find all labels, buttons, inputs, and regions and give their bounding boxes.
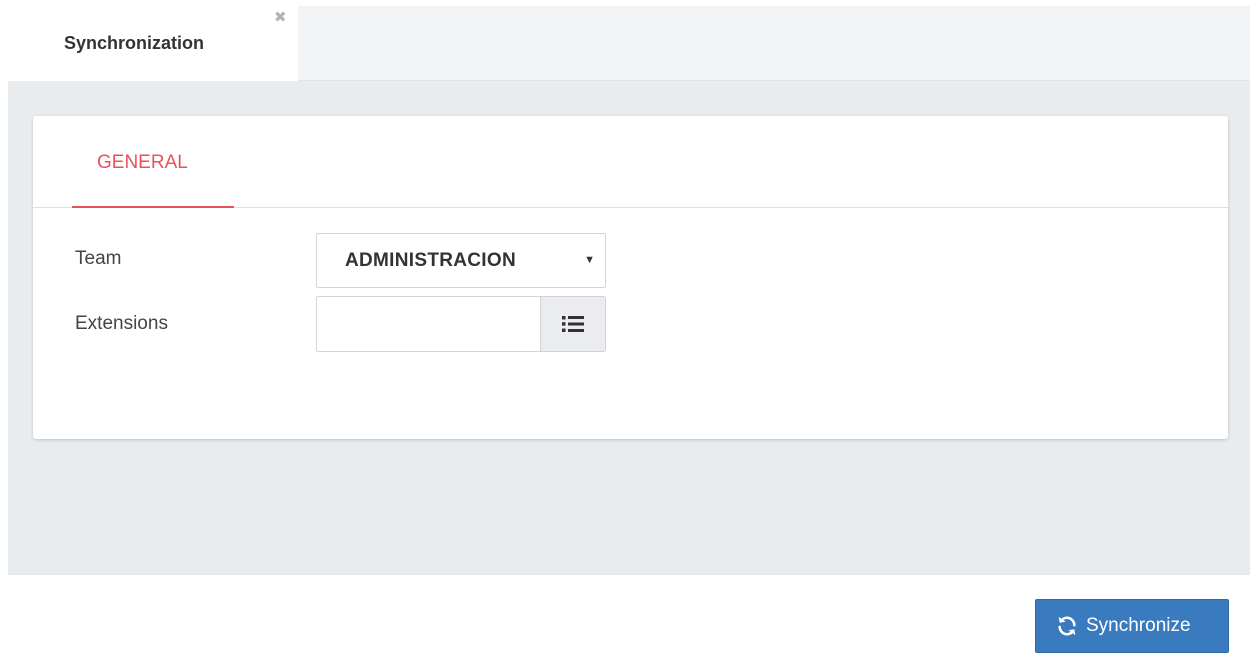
tab-bar: Synchronization ✖: [8, 6, 1250, 81]
content-area: GENERAL Team ADMINISTRACION ▼ Extensions: [8, 81, 1250, 574]
team-select[interactable]: ADMINISTRACION ▼: [316, 233, 606, 288]
panel-tabs: GENERAL: [33, 116, 1228, 208]
footer-bar: Synchronize: [8, 574, 1250, 662]
team-label: Team: [75, 248, 122, 269]
tab-synchronization[interactable]: Synchronization ✖: [8, 6, 298, 81]
list-icon: [562, 316, 584, 332]
settings-panel: GENERAL Team ADMINISTRACION ▼ Extensions: [33, 116, 1228, 439]
refresh-icon: [1058, 616, 1076, 636]
tab-label: Synchronization: [64, 33, 205, 53]
extensions-list-button[interactable]: [540, 296, 606, 352]
extensions-row: Extensions: [33, 296, 1228, 352]
synchronize-label: Synchronize: [1086, 615, 1191, 636]
team-row: Team ADMINISTRACION ▼: [33, 233, 1228, 289]
extensions-label: Extensions: [75, 313, 168, 334]
team-select-value: ADMINISTRACION: [345, 250, 516, 271]
app-window: Synchronization ✖ GENERAL Team ADMINISTR…: [0, 0, 1250, 662]
extensions-input[interactable]: [316, 296, 540, 352]
tab-general[interactable]: GENERAL: [72, 116, 234, 208]
tab-general-label: GENERAL: [97, 152, 188, 173]
close-icon[interactable]: ✖: [274, 10, 287, 25]
chevron-down-icon: ▼: [584, 254, 595, 266]
synchronize-button[interactable]: Synchronize: [1035, 599, 1229, 653]
